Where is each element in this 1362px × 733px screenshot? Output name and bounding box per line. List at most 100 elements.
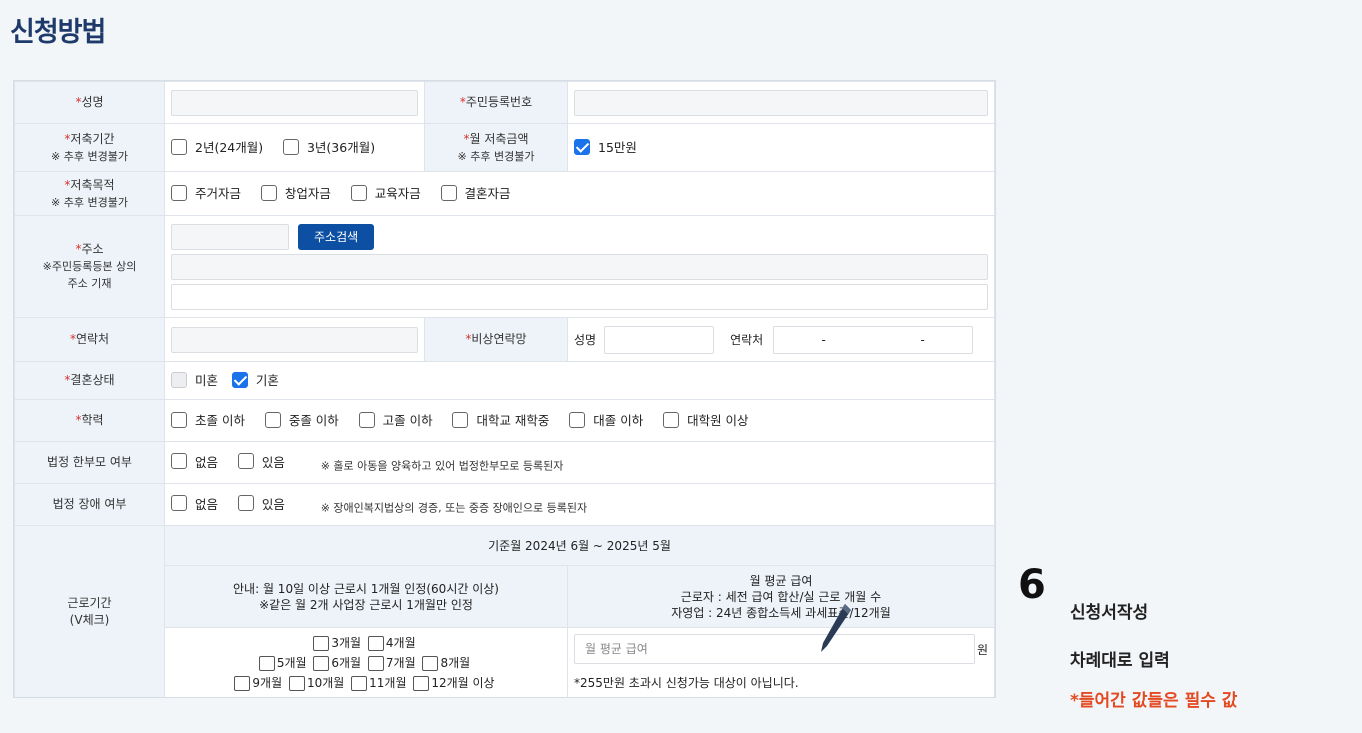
step-description: 차례대로 입력 — [1070, 651, 1170, 671]
salary-note: *255만원 초과시 신청가능 대상이 아닙니다. — [574, 676, 799, 690]
checkbox[interactable] — [171, 495, 187, 512]
pen-icon — [821, 604, 851, 652]
disability-note: ※ 장애인복지법상의 경증, 또는 중증 장애인으로 등록된자 — [320, 501, 588, 515]
checkbox[interactable] — [282, 138, 299, 155]
month-option[interactable]: 8개월 — [422, 655, 470, 671]
marital-label: *결혼상태 — [14, 361, 165, 400]
checkbox[interactable] — [663, 411, 680, 428]
address-input[interactable] — [171, 253, 988, 280]
month-option[interactable]: 10개월 — [288, 675, 344, 691]
checkbox[interactable] — [171, 453, 187, 470]
step-title: 신청서작성 — [1070, 603, 1149, 623]
purpose-label: *저축목적 ※ 추후 변경불가 — [14, 171, 165, 216]
single-parent-yes[interactable]: 있음 — [237, 452, 285, 471]
checkbox[interactable] — [452, 411, 469, 428]
emergency-label: *비상연락망 — [424, 317, 568, 362]
checkbox[interactable] — [350, 184, 367, 201]
purpose-option[interactable]: 창업자금 — [260, 183, 331, 202]
education-option[interactable]: 초졸 이하 — [171, 410, 245, 429]
step-number: 6 — [1018, 562, 1046, 608]
month-option[interactable]: 4개월 — [367, 635, 416, 651]
education-label: *학력 — [14, 399, 165, 442]
education-option[interactable]: 대학교 재학중 — [452, 410, 549, 429]
period-option-24[interactable]: 2년(24개월) — [171, 137, 263, 156]
checkbox[interactable] — [313, 655, 330, 671]
month-option[interactable]: 9개월 — [234, 675, 282, 691]
name-label: *성명 — [14, 81, 165, 124]
contact-label: *연락처 — [14, 317, 165, 362]
salary-title: 월 평균 급여 — [749, 573, 813, 588]
work-guide-2: ※같은 월 2개 사업장 근로시 1개월만 인정 — [259, 597, 473, 612]
monthly-label: *월 저축금액 ※ 추후 변경불가 — [424, 123, 568, 172]
disability-no[interactable]: 없음 — [171, 494, 218, 513]
education-option[interactable]: 고졸 이하 — [358, 410, 433, 429]
checkbox[interactable] — [171, 138, 187, 155]
purpose-option[interactable]: 결혼자금 — [440, 183, 511, 202]
checkbox-checked[interactable] — [231, 371, 248, 388]
dash: - — [920, 332, 925, 347]
salary-input[interactable]: 월 평균 급여 — [574, 634, 975, 664]
contact-input[interactable] — [171, 326, 418, 353]
period-option-36[interactable]: 3년(36개월) — [282, 137, 375, 156]
education-option[interactable]: 대학원 이상 — [663, 410, 749, 429]
checkbox[interactable] — [260, 184, 277, 201]
address-search-button[interactable]: 주소검색 — [298, 223, 375, 250]
rrn-input[interactable] — [574, 89, 988, 116]
checkbox[interactable] — [234, 675, 251, 691]
checkbox-checked[interactable] — [574, 138, 590, 155]
checkbox[interactable] — [237, 453, 254, 470]
checkbox[interactable] — [171, 371, 187, 388]
checkbox[interactable] — [171, 411, 187, 428]
checkbox[interactable] — [358, 411, 375, 428]
month-option[interactable]: 12개월 이상 — [413, 675, 495, 691]
emergency-phone-label: 연락처 — [730, 333, 764, 347]
month-option[interactable]: 5개월 — [258, 655, 307, 671]
checkbox[interactable] — [413, 675, 430, 691]
work-guide-1: 안내: 월 10일 이상 근로시 1개월 인정(60시간 이상) — [233, 581, 499, 596]
disability-yes[interactable]: 있음 — [237, 494, 285, 513]
checkbox[interactable] — [237, 495, 254, 512]
dash: - — [821, 332, 826, 347]
checkbox[interactable] — [367, 655, 384, 671]
checkbox[interactable] — [264, 411, 281, 428]
marital-option-single[interactable]: 미혼 — [171, 370, 218, 389]
required-note: *들어간 값들은 필수 값 — [1070, 691, 1238, 711]
monthly-option-15[interactable]: 15만원 — [574, 137, 637, 156]
period-label: *저축기간 ※ 추후 변경불가 — [14, 123, 165, 172]
postcode-input[interactable] — [171, 223, 289, 250]
purpose-option[interactable]: 교육자금 — [350, 183, 421, 202]
checkbox[interactable] — [171, 184, 187, 201]
checkbox[interactable] — [288, 675, 305, 691]
education-option[interactable]: 중졸 이하 — [264, 410, 339, 429]
checkbox[interactable] — [440, 184, 457, 201]
checkbox[interactable] — [258, 655, 275, 671]
disability-label: 법정 장애 여부 — [14, 483, 165, 526]
single-parent-label: 법정 한부모 여부 — [14, 441, 165, 484]
month-option[interactable]: 11개월 — [351, 675, 407, 691]
salary-rule-selfemployed: 자영업 : 24년 종합소득세 과세표준/12개월 — [671, 605, 891, 620]
rrn-label: *주민등록번호 — [424, 81, 568, 124]
emergency-phone-input[interactable]: -- — [773, 325, 974, 354]
base-month: 기준월 2024년 6월 ~ 2025년 5월 — [164, 525, 995, 566]
checkbox[interactable] — [422, 655, 439, 671]
address-detail-input[interactable] — [171, 283, 988, 310]
checkbox[interactable] — [351, 675, 368, 691]
won-unit: 원 — [976, 642, 988, 657]
name-input[interactable] — [171, 89, 418, 116]
month-option[interactable]: 7개월 — [367, 655, 416, 671]
checkbox[interactable] — [367, 635, 384, 651]
checkbox[interactable] — [569, 411, 586, 428]
education-option[interactable]: 대졸 이하 — [569, 410, 643, 429]
checkbox[interactable] — [313, 635, 330, 651]
marital-option-married[interactable]: 기혼 — [231, 370, 279, 389]
purpose-option[interactable]: 주거자금 — [171, 183, 241, 202]
single-parent-note: ※ 홀로 아동을 양육하고 있어 법정한부모로 등록된자 — [320, 459, 564, 473]
emergency-name-label: 성명 — [574, 333, 597, 347]
single-parent-no[interactable]: 없음 — [171, 452, 218, 471]
emergency-name-input[interactable] — [604, 325, 715, 354]
page-title: 신청방법 — [10, 17, 106, 48]
address-label: *주소 ※주민등록등본 상의 주소 기재 — [14, 215, 165, 318]
month-option[interactable]: 6개월 — [313, 655, 361, 671]
month-option[interactable]: 3개월 — [313, 635, 361, 651]
work-period-label: 근로기간 (V체크) — [14, 525, 165, 697]
